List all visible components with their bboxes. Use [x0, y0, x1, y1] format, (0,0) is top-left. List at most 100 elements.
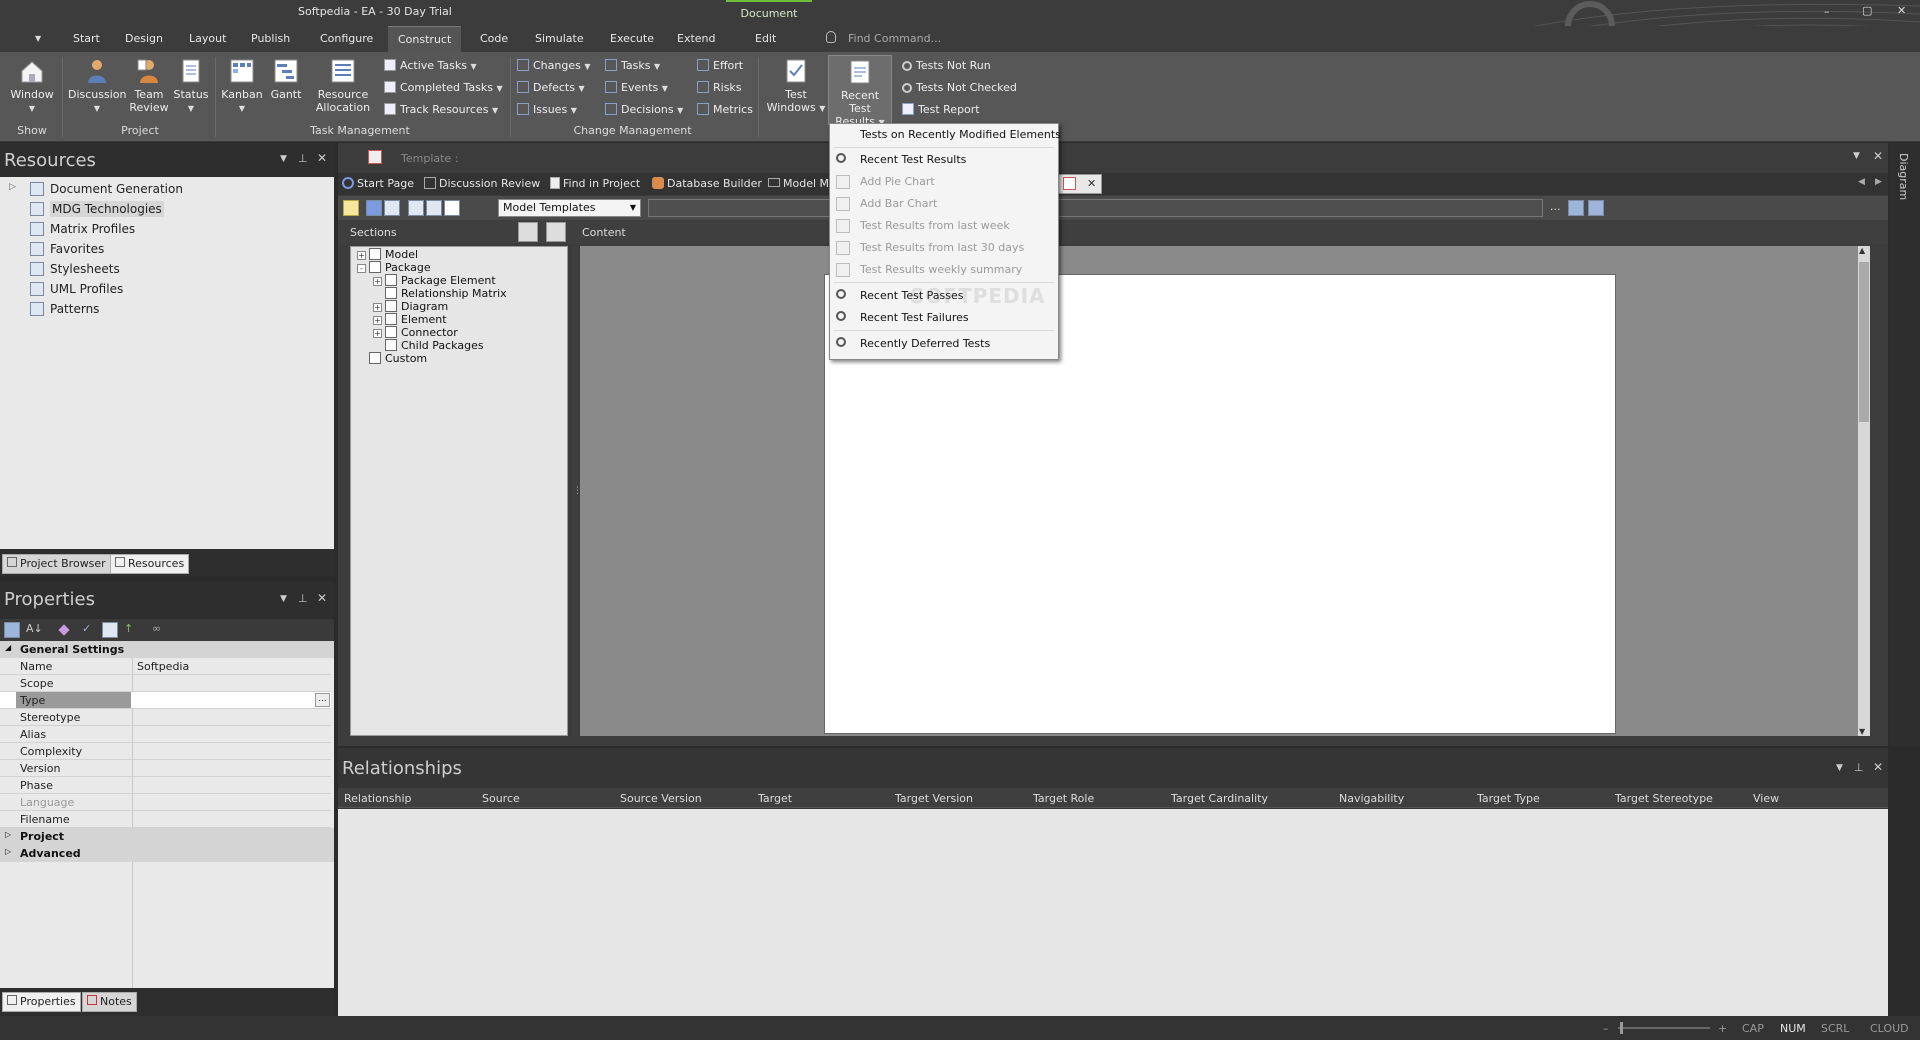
scroll-right-icon[interactable]: ▶ [1875, 177, 1882, 187]
section-advanced[interactable]: ▷ Advanced [0, 845, 334, 862]
close-icon[interactable]: ✕ [1873, 149, 1883, 163]
resource-item-selected[interactable]: MDG Technologies [30, 199, 164, 219]
vertical-scrollbar[interactable]: ▲ ▼ [1858, 246, 1870, 736]
tab-discussion-review[interactable]: Discussion Review [424, 175, 540, 193]
calendar-icon[interactable] [1568, 200, 1584, 216]
tab-resources[interactable]: Resources [110, 554, 190, 574]
content-input[interactable] [648, 199, 1543, 217]
status-button[interactable]: Status ▼ [172, 57, 210, 115]
risks-button[interactable]: Risks [697, 79, 742, 97]
diagram-side-tab[interactable]: Diagram [1890, 143, 1920, 746]
tab-extend[interactable]: Extend [667, 26, 726, 52]
panel-menu-chevron-down-icon[interactable]: ▼ [280, 154, 287, 164]
tab-database-builder[interactable]: Database Builder [652, 175, 762, 193]
column-header[interactable]: Target Role [1033, 792, 1094, 805]
ellipsis-button[interactable]: ... [1550, 200, 1561, 213]
property-row[interactable]: Filename [0, 811, 331, 828]
checkbox[interactable] [385, 300, 397, 312]
column-header[interactable]: View [1753, 792, 1779, 805]
property-row[interactable]: Stereotype [0, 709, 331, 726]
section-project[interactable]: ▷ Project [0, 828, 334, 845]
checkbox[interactable] [385, 313, 397, 325]
close-button[interactable]: ✕ [1897, 4, 1906, 17]
property-row[interactable]: Language [0, 794, 331, 811]
lock-icon[interactable] [518, 222, 538, 242]
completed-tasks-button[interactable]: Completed Tasks ▼ [384, 79, 503, 97]
tab-start[interactable]: Start [63, 26, 110, 52]
events-button[interactable]: Events ▼ [605, 79, 668, 97]
property-row[interactable]: Phase [0, 777, 331, 794]
column-header[interactable]: Source [482, 792, 520, 805]
tab-document-active[interactable]: ✕ [1058, 174, 1102, 194]
check-icon[interactable]: ✓ [82, 622, 98, 638]
recent-test-results-button[interactable]: Recent TestResults ▼ [828, 55, 892, 128]
panel-menu-chevron-down-icon[interactable]: ▼ [280, 594, 287, 604]
page-icon[interactable] [444, 200, 460, 216]
property-row[interactable]: Complexity [0, 743, 331, 760]
close-icon[interactable]: ✕ [317, 151, 327, 165]
metrics-button[interactable]: Metrics [697, 101, 753, 119]
issues-button[interactable]: Issues ▼ [517, 101, 577, 119]
property-row[interactable]: Name Softpedia [0, 658, 331, 675]
column-header[interactable]: Target Version [895, 792, 973, 805]
tests-not-checked-button[interactable]: Tests Not Checked [902, 79, 1017, 97]
maximize-button[interactable]: ▢ [1862, 4, 1872, 17]
resource-item[interactable]: Stylesheets [30, 259, 120, 279]
context-tab-document[interactable]: Document [726, 0, 812, 26]
checkbox[interactable] [385, 339, 397, 351]
template-select[interactable]: Model Templates ▼ [498, 199, 641, 217]
scroll-left-icon[interactable]: ◀ [1858, 177, 1865, 187]
resource-item[interactable]: Patterns [30, 299, 99, 319]
save-icon[interactable] [366, 200, 382, 216]
app-menu-chevron-down-icon[interactable]: ▼ [35, 34, 41, 43]
zoom-slider[interactable] [1618, 1022, 1710, 1034]
column-header[interactable]: Target Stereotype [1615, 792, 1713, 805]
resource-item[interactable]: Matrix Profiles [30, 219, 135, 239]
checkbox[interactable] [369, 352, 381, 364]
zoom-out-button[interactable]: – [1603, 1022, 1609, 1035]
splitter[interactable]: ⋮ [572, 246, 582, 736]
effort-button[interactable]: Effort [697, 57, 743, 75]
new-document-icon[interactable] [343, 200, 359, 216]
tab-properties[interactable]: Properties [2, 992, 81, 1012]
panel-menu-chevron-down-icon[interactable]: ▼ [1853, 151, 1860, 161]
tab-configure[interactable]: Configure [310, 26, 383, 52]
expand-arrow-icon[interactable]: ▷ [9, 182, 16, 192]
checkbox[interactable] [385, 274, 397, 286]
copy-icon[interactable] [384, 200, 400, 216]
tab-start-page[interactable]: Start Page [342, 175, 414, 193]
tab-project-browser[interactable]: Project Browser [2, 554, 111, 574]
checkbox[interactable] [385, 326, 397, 338]
tab-notes[interactable]: Notes [82, 992, 137, 1012]
tab-construct[interactable]: Construct [388, 26, 462, 52]
column-header[interactable]: Navigability [1339, 792, 1404, 805]
pin-icon[interactable]: ⊥ [298, 592, 308, 605]
active-tasks-button[interactable]: Active Tasks ▼ [384, 57, 477, 75]
close-icon[interactable]: ✕ [317, 591, 327, 605]
property-row[interactable]: Alias [0, 726, 331, 743]
column-header[interactable]: Relationship [344, 792, 412, 805]
column-header[interactable]: Source Version [620, 792, 702, 805]
tab-execute[interactable]: Execute [600, 26, 664, 52]
pin-icon[interactable]: ⊥ [1854, 761, 1864, 774]
edit-icon[interactable] [546, 222, 566, 242]
checkbox[interactable] [369, 261, 381, 273]
column-header[interactable]: Target Cardinality [1171, 792, 1268, 805]
categorized-icon[interactable] [4, 622, 20, 638]
track-resources-button[interactable]: Track Resources ▼ [384, 101, 498, 119]
window-button[interactable]: Window ▼ [7, 57, 57, 115]
settings-gear-icon[interactable] [1588, 200, 1604, 216]
menu-item-recently-deferred-tests[interactable]: Recently Deferred Tests [830, 333, 1058, 355]
tab-layout[interactable]: Layout [179, 26, 236, 52]
pin-icon[interactable]: ⊥ [298, 152, 308, 165]
team-review-button[interactable]: Team Review [128, 57, 170, 114]
menu-item-recent-test-results[interactable]: Recent Test Results [830, 149, 1058, 171]
zoom-in-button[interactable]: + [1718, 1022, 1727, 1035]
link-icon[interactable]: ∞ [152, 622, 168, 638]
up-arrow-icon[interactable]: ↑ [124, 622, 140, 638]
resource-allocation-button[interactable]: Resource Allocation [313, 57, 373, 114]
stylesheet-icon[interactable] [426, 200, 442, 216]
tab-simulate[interactable]: Simulate [525, 26, 594, 52]
resource-item[interactable]: UML Profiles [30, 279, 123, 299]
test-windows-button[interactable]: Test Windows ▼ [766, 57, 826, 115]
